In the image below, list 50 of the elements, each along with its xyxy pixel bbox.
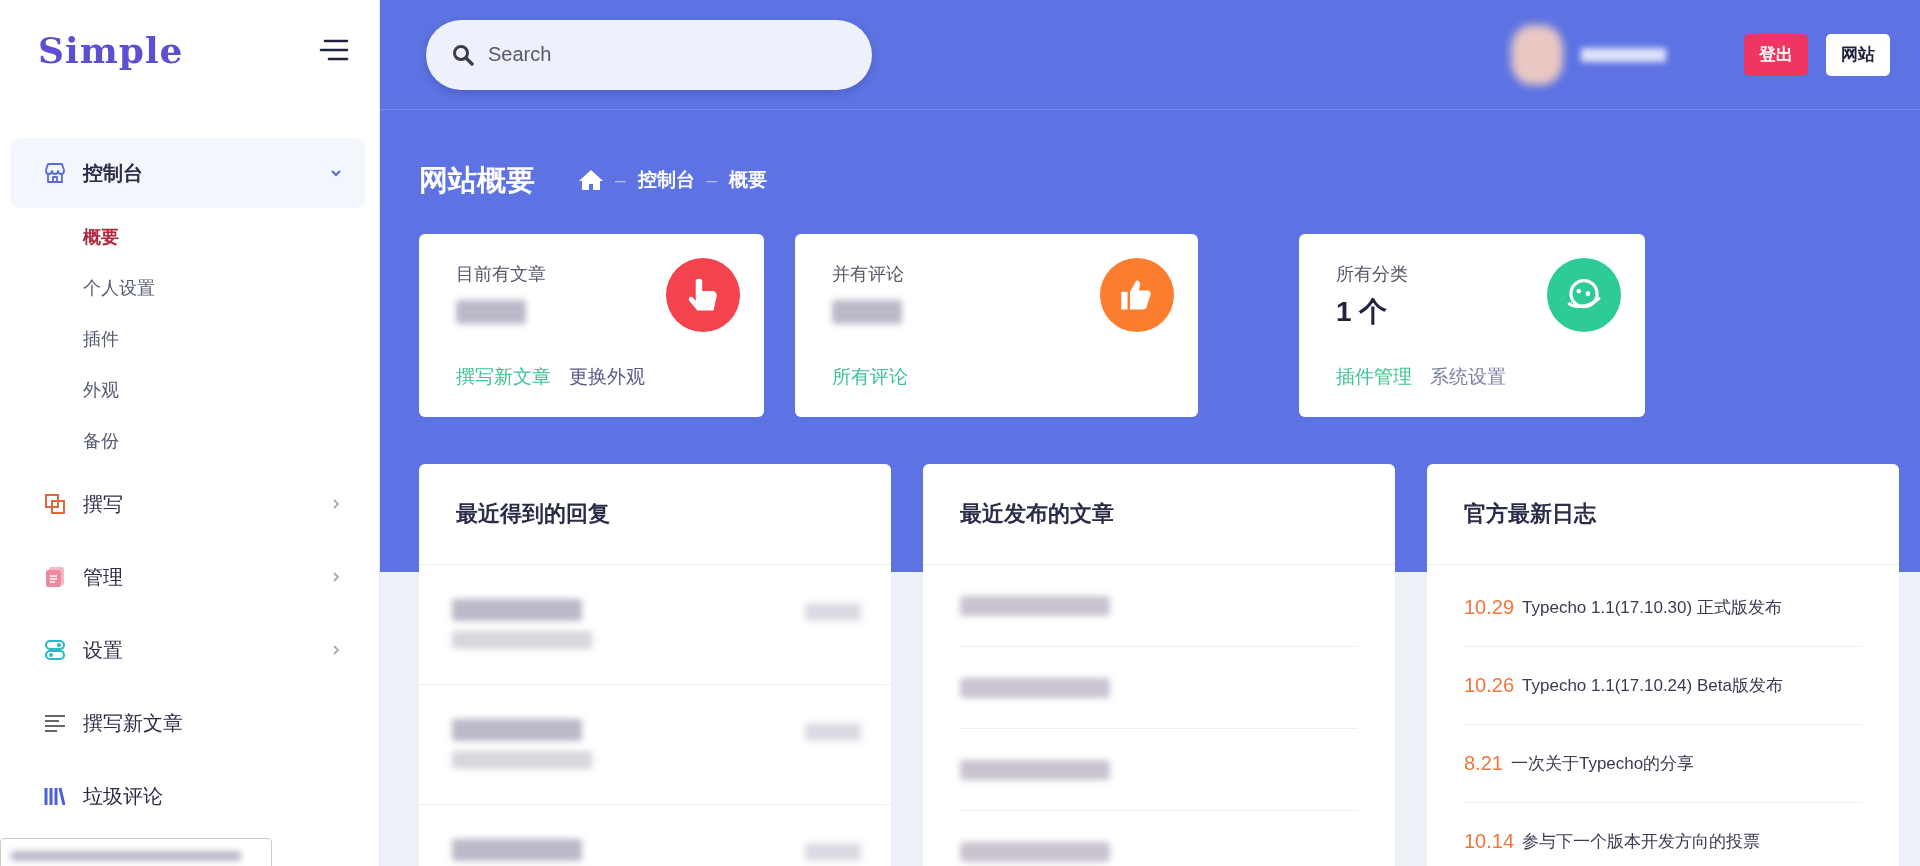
blurred-text [805,603,861,621]
menu-icon[interactable] [319,39,349,61]
stat-link[interactable]: 更换外观 [569,364,645,390]
log-date: 10.26 [1464,674,1515,697]
log-link[interactable]: 参与下一个版本开发方向的投票 [1522,830,1761,853]
panel-title: 最近发布的文章 [923,464,1395,565]
log-date: 10.14 [1464,830,1515,853]
stat-label: 所有分类 [1336,263,1409,286]
thumbs-up-icon [1120,278,1154,312]
log-date: 10.29 [1464,596,1515,619]
site-button[interactable]: 网站 [1826,33,1890,76]
submenu-item[interactable]: 外观 [83,364,379,415]
pointer-hand-icon [686,278,720,312]
stat-link[interactable]: 系统设置 [1430,364,1506,390]
log-link[interactable]: 一次关于Typecho的分享 [1510,752,1695,775]
submenu-item[interactable]: 备份 [83,415,379,466]
page-title: 网站概要 [419,162,535,198]
logout-button[interactable]: 登出 [1744,33,1808,76]
blurred-text [805,723,861,741]
menu-item[interactable]: 撰写新文章 [10,688,365,758]
search-icon [452,43,474,66]
logo: Simple [38,29,184,71]
submenu-item[interactable]: 个人设置 [83,262,379,313]
log-link[interactable]: Typecho 1.1(17.10.24) Beta版发布 [1522,674,1783,697]
toggles-icon [43,638,67,662]
home-icon[interactable] [579,169,603,191]
menu-item[interactable]: 控制台 [10,138,365,208]
blurred-text [805,843,861,861]
menu-item[interactable]: 管理 [10,542,365,612]
submenu-item[interactable]: 概要 [83,211,379,262]
submenu-item[interactable]: 插件 [83,313,379,364]
panel-title: 最近得到的回复 [419,464,891,565]
stat-value: 1 个 [1336,295,1388,329]
breadcrumb-separator: – [706,169,718,191]
log-date: 8.21 [1464,752,1503,775]
squares-icon [43,492,67,516]
breadcrumb-link[interactable]: 控制台 [637,167,695,193]
panel-title: 官方最新日志 [1427,464,1899,565]
document-icon [43,565,67,589]
avatar [1511,24,1563,85]
breadcrumb-separator: – [615,169,626,191]
store-icon [43,161,67,185]
stat-label: 并有评论 [832,263,905,286]
menu-item[interactable]: 设置 [10,615,365,685]
stat-label: 目前有文章 [456,263,547,286]
menu-item[interactable]: 垃圾评论 [10,761,365,831]
menu-item[interactable]: 撰写 [10,469,365,539]
breadcrumb-current: 概要 [729,168,768,192]
search-field[interactable]: Search [426,19,872,90]
log-link[interactable]: Typecho 1.1(17.10.30) 正式版发布 [1522,596,1782,619]
